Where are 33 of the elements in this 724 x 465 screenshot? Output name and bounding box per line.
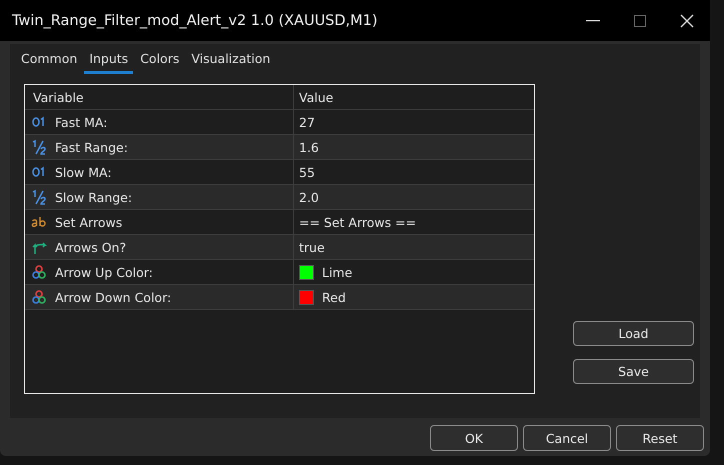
side-button[interactable]: Save <box>573 359 694 384</box>
variable-name: Slow MA: <box>55 164 112 180</box>
text-icon <box>31 214 47 230</box>
variable-name: Fast MA: <box>55 114 108 130</box>
dialog-button[interactable]: OK <box>430 425 518 451</box>
fraction-icon <box>31 139 47 155</box>
variable-name: Arrow Up Color: <box>55 264 153 280</box>
variable-value[interactable]: 1.6 <box>299 140 319 154</box>
variable-value[interactable]: == Set Arrows == <box>299 214 416 230</box>
variable-value[interactable]: 27 <box>299 114 315 130</box>
dialog-button[interactable]: Reset <box>616 425 704 451</box>
variable-value[interactable]: 2.0 <box>299 190 319 204</box>
column-header: Variable <box>33 90 84 104</box>
variable-value[interactable]: true <box>299 240 325 254</box>
color-circles-icon <box>31 264 47 280</box>
tab[interactable]: Inputs <box>84 48 134 74</box>
variable-name: Set Arrows <box>55 214 122 230</box>
color-circles-icon <box>31 289 47 305</box>
variable-value[interactable]: Red <box>322 290 346 304</box>
variable-name: Arrows On? <box>55 240 126 254</box>
window-title: Twin_Range_Filter_mod_Alert_v2 1.0 (XAUUSD,M1) <box>12 12 379 28</box>
column-header: Value <box>299 90 334 104</box>
variable-name: Arrow Down Color: <box>55 290 172 304</box>
variable-value[interactable]: Lime <box>322 264 352 280</box>
variable-name: Fast Range: <box>55 140 128 154</box>
side-button[interactable]: Load <box>573 321 694 346</box>
variable-value[interactable]: 55 <box>299 164 315 180</box>
tab[interactable]: Colors <box>135 48 184 74</box>
tab[interactable]: Visualization <box>186 48 276 74</box>
fraction-icon <box>31 189 47 205</box>
variable-name: Slow Range: <box>55 190 132 204</box>
tab[interactable]: Common <box>16 48 82 74</box>
dialog-button[interactable]: Cancel <box>523 425 611 451</box>
